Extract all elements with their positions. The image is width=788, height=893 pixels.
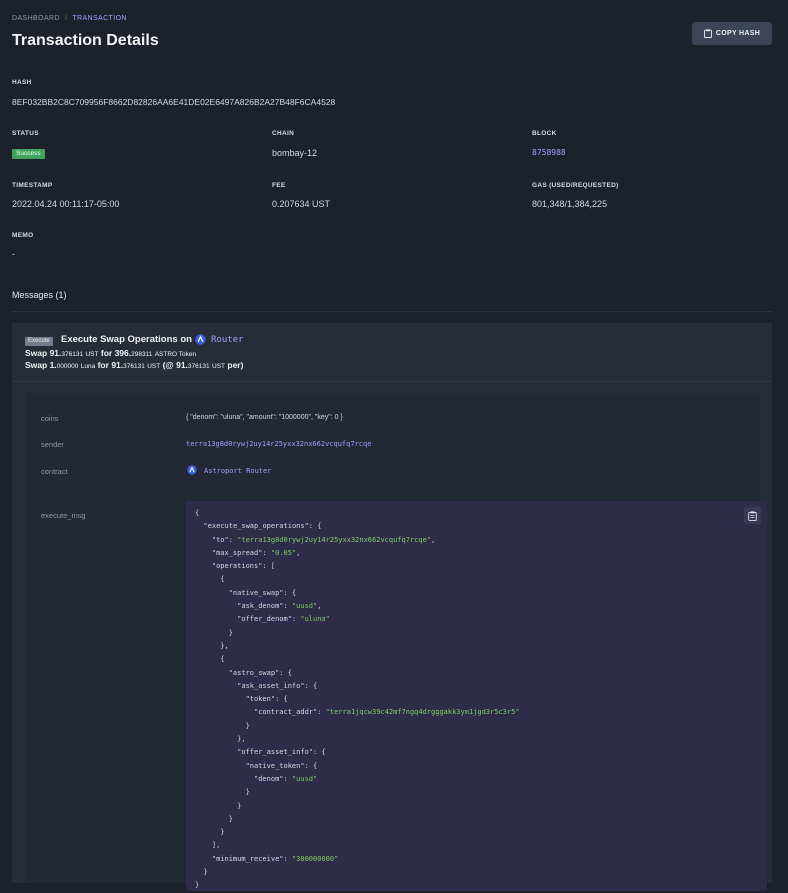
- swap-for: for: [100, 348, 113, 358]
- swap-at: (@: [162, 360, 174, 370]
- contract-link[interactable]: Astroport Router: [204, 467, 271, 475]
- execute-msg-label: execute_msg: [41, 511, 86, 520]
- breadcrumb-dashboard[interactable]: DASHBOARD: [12, 15, 60, 22]
- copy-code-button[interactable]: [744, 507, 761, 524]
- swap-out-dec: 298311: [131, 351, 153, 358]
- copy-hash-label: COPY HASH: [715, 30, 761, 37]
- message-title: Execute Swap Operations on: [61, 334, 192, 345]
- json-minimum-receive-value: 300000000: [296, 854, 335, 863]
- swap-summary-1: Swap 91.376131 UST for 396.298311 ASTRO …: [25, 348, 196, 358]
- memo-value: -: [12, 249, 15, 259]
- swap-for: for: [97, 360, 109, 370]
- swap-unit: Luna: [80, 363, 96, 370]
- swap-word: Swap: [25, 360, 48, 370]
- messages-title: Messages (1): [12, 290, 67, 300]
- swap-out-int: 91.: [111, 360, 124, 370]
- sender-label: sender: [41, 440, 64, 449]
- gas-label: GAS (USED/REQUESTED): [532, 182, 619, 189]
- swap-word: Swap: [25, 348, 48, 358]
- swap-rate-dec: 376131: [187, 363, 210, 370]
- sender-link[interactable]: terra13g8d0rywj2uy14r25yxx32nx662vcqufq7…: [186, 440, 371, 448]
- json-offer-denom-value: uluna: [304, 615, 326, 624]
- swap-out-int: 396.: [114, 348, 132, 358]
- router-link[interactable]: Router: [211, 335, 244, 345]
- swap-amount-int: 91.: [49, 348, 62, 358]
- json-ask-denom-value: uusd: [296, 602, 314, 611]
- clipboard-icon: [703, 29, 712, 38]
- swap-rate-unit: UST: [212, 363, 225, 370]
- execute-msg-json: { "execute_swap_operations": { "to": "te…: [195, 509, 520, 890]
- page-title: Transaction Details: [12, 32, 159, 49]
- astroport-logo-icon: [187, 465, 197, 475]
- timestamp-label: TIMESTAMP: [12, 182, 53, 189]
- swap-per: per): [227, 360, 244, 370]
- status-label: STATUS: [12, 130, 39, 137]
- execute-msg-code: { "execute_swap_operations": { "to": "te…: [186, 501, 767, 891]
- breadcrumb: DASHBOARD / TRANSACTION: [12, 15, 127, 22]
- divider: [12, 311, 772, 312]
- status-badge: Success: [12, 149, 45, 159]
- copy-hash-button[interactable]: COPY HASH: [692, 22, 772, 45]
- memo-label: MEMO: [12, 232, 34, 239]
- swap-unit: UST: [85, 351, 99, 358]
- chain-value: bombay-12: [272, 148, 318, 158]
- swap-out-unit: UST: [147, 363, 161, 370]
- message-body: coins { "denom": "uluna", "amount": "100…: [25, 393, 767, 891]
- coins-label: coins: [41, 414, 59, 423]
- block-label: BLOCK: [532, 130, 557, 137]
- json-contract-addr-value: terra1jqcw39c42mf7ngq4drgggakk3ym1jgd3r5…: [329, 708, 516, 717]
- chain-label: CHAIN: [272, 130, 295, 137]
- hash-value: 8EF032BB2C8C709956F8662D82826AA6E41DE02E…: [12, 97, 336, 107]
- timestamp-value: 2022.04.24 00:11:17-05:00: [12, 199, 120, 209]
- swap-summary-2: Swap 1.000000 Luna for 91.376131 UST (@ …: [25, 360, 243, 370]
- swap-amount-dec: 376131: [61, 351, 84, 358]
- json-to-value: terra13g8d0rywj2uy14r25yxx32nx662vcqufq7…: [241, 535, 427, 544]
- breadcrumb-separator: /: [64, 15, 68, 22]
- hash-label: HASH: [12, 79, 32, 86]
- gas-value: 801,348/1,384,225: [532, 199, 608, 209]
- swap-rate-int: 91.: [176, 360, 188, 370]
- swap-amount-dec: 000000: [56, 363, 79, 370]
- message-card: Execute Execute Swap Operations on Route…: [12, 323, 772, 891]
- fee-value: 0.207634 UST: [272, 199, 331, 209]
- contract-label: contract: [41, 467, 68, 476]
- fee-label: FEE: [272, 182, 286, 189]
- coins-value: { "denom": "uluna", "amount": "1000000",…: [186, 414, 343, 421]
- swap-amount-int: 1.: [49, 360, 57, 370]
- json-max-spread-value: 0.05: [275, 548, 292, 557]
- swap-out-unit: ASTRO Token: [154, 351, 197, 358]
- swap-out-dec: 376131: [123, 363, 145, 370]
- block-link[interactable]: 8758988: [532, 148, 566, 157]
- breadcrumb-current: TRANSACTION: [72, 15, 127, 22]
- json-denom-value: uusd: [296, 774, 314, 783]
- card-header-divider: [12, 381, 772, 382]
- execute-badge: Execute: [25, 337, 53, 346]
- clipboard-icon: [748, 510, 757, 521]
- astroport-logo-icon: [195, 334, 206, 345]
